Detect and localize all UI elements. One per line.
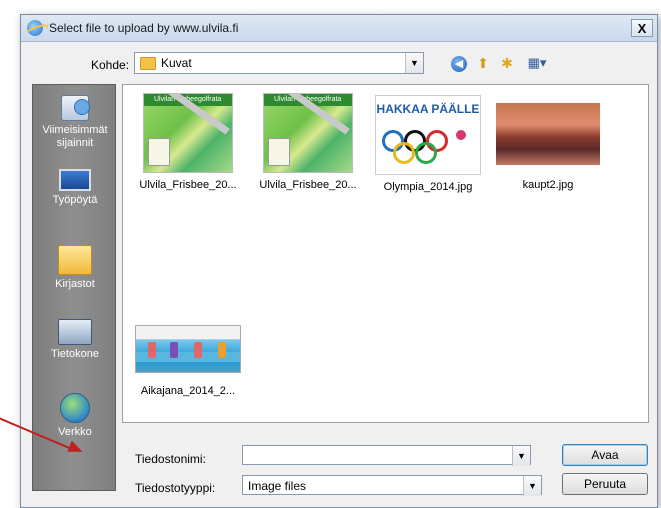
file-name: Olympia_2014.jpg [383,181,473,193]
place-network[interactable]: Verkko [33,393,117,439]
recent-places-icon [61,95,90,121]
places-bar: Viimeisimmät sijainnit Työpöytä Kirjasto… [32,84,116,491]
file-name: Aikajana_2014_2... [140,385,236,397]
filetype-select[interactable]: Image files ▼ [242,475,542,496]
image-thumbnail [496,103,600,165]
file-item[interactable]: HAKKAA PÄÄLLE Olympia_2014.jpg [369,93,487,193]
filename-label: Tiedostonimi: [135,452,206,466]
file-list[interactable]: Ulvilan frisbeegolfrata Ulvila_Frisbee_2… [122,84,649,423]
image-thumbnail [135,325,241,373]
file-item[interactable]: Ulvilan frisbeegolfrata Ulvila_Frisbee_2… [249,93,367,191]
up-folder-icon: ⬆ [477,55,489,71]
place-libraries[interactable]: Kirjastot [33,245,117,291]
look-in-label: Kohde: [91,58,130,72]
views-icon: ▦▾ [527,55,547,70]
filetype-label: Tiedostotyyppi: [135,481,216,495]
view-menu-button[interactable]: ▦▾ [523,53,551,73]
back-button[interactable]: ◀ [449,53,469,73]
network-icon [60,393,90,423]
folder-icon [140,57,156,70]
back-arrow-icon: ◀ [451,56,467,73]
filetype-value: Image files [248,479,307,493]
close-button[interactable]: X [631,19,653,37]
place-label: Tietokone [51,348,99,360]
up-one-level-button[interactable]: ⬆ [473,53,493,73]
image-thumbnail: Ulvilan frisbeegolfrata [143,93,233,173]
new-folder-icon: ✱ [501,55,513,71]
image-thumbnail: HAKKAA PÄÄLLE [375,95,481,175]
chevron-down-icon[interactable]: ▼ [405,53,423,73]
file-item[interactable]: kaupt2.jpg [489,93,607,191]
window-title: Select file to upload by www.ulvila.fi [49,21,239,35]
file-name: Ulvila_Frisbee_20... [139,179,237,191]
computer-icon [58,319,92,345]
place-label: Viimeisimmät sijainnit [42,124,108,149]
desktop-icon [59,169,91,191]
image-thumbnail: Ulvilan frisbeegolfrata [263,93,353,173]
place-label: Kirjastot [55,278,95,290]
internet-explorer-icon [27,20,43,36]
file-item[interactable]: Ulvilan frisbeegolfrata Ulvila_Frisbee_2… [129,93,247,191]
chevron-down-icon[interactable]: ▼ [523,476,541,496]
place-computer[interactable]: Tietokone [33,319,117,361]
libraries-icon [58,245,92,275]
chevron-down-icon[interactable]: ▼ [512,446,530,466]
place-desktop[interactable]: Työpöytä [33,169,117,207]
file-item[interactable]: Aikajana_2014_2... [129,311,247,397]
place-label: Työpöytä [52,194,98,206]
look-in-dropdown[interactable]: Kuvat ▼ [134,52,424,74]
title-bar[interactable]: Select file to upload by www.ulvila.fi X [21,15,657,42]
file-upload-dialog: Select file to upload by www.ulvila.fi X… [20,14,658,508]
new-folder-button[interactable]: ✱ [497,53,517,73]
filename-input[interactable]: ▼ [242,445,531,466]
file-name: kaupt2.jpg [522,179,574,191]
open-button[interactable]: Avaa [562,444,648,466]
thumb-text: HAKKAA PÄÄLLE [376,102,480,116]
look-in-value: Kuvat [161,56,192,70]
place-recent[interactable]: Viimeisimmät sijainnit [33,95,117,150]
cancel-button[interactable]: Peruuta [562,473,648,495]
file-name: Ulvila_Frisbee_20... [259,179,357,191]
